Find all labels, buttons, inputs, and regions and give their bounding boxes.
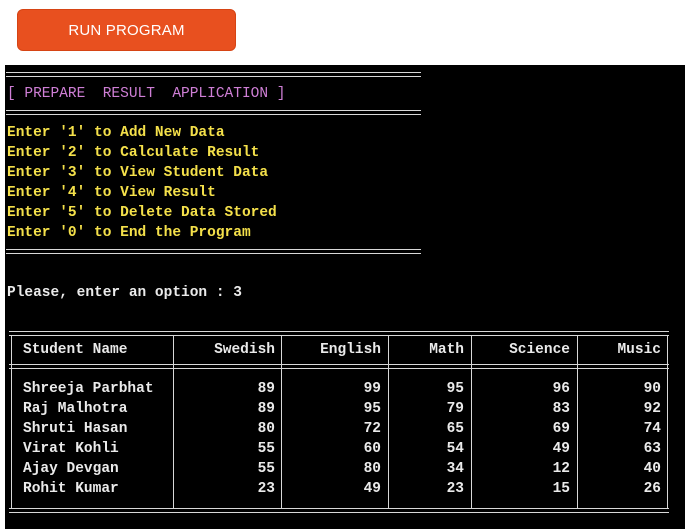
app-header: [ PREPARE RESULT APPLICATION ] — [7, 86, 286, 102]
column-header-english: English — [320, 342, 381, 358]
table-cell-science: 83 — [552, 401, 570, 417]
table-cell-music: 90 — [643, 381, 661, 397]
menu-option-0: Enter '0' to End the Program — [7, 225, 251, 241]
column-divider — [281, 336, 282, 508]
table-cell-math: 34 — [446, 461, 464, 477]
option-prompt: Please, enter an option : 3 — [7, 285, 242, 301]
menu-option-4: Enter '4' to View Result — [7, 185, 216, 201]
table-cell-english: 60 — [363, 441, 381, 457]
column-header-swedish: Swedish — [214, 342, 275, 358]
table-cell-swedish: 23 — [257, 481, 275, 497]
menu-option-5: Enter '5' to Delete Data Stored — [7, 205, 277, 221]
column-divider — [471, 336, 472, 508]
table-cell-name: Rohit Kumar — [23, 481, 119, 497]
column-divider — [577, 336, 578, 508]
run-program-button[interactable]: RUN PROGRAM — [17, 9, 236, 51]
table-cell-english: 95 — [363, 401, 381, 417]
column-header-science: Science — [509, 342, 570, 358]
table-cell-music: 92 — [643, 401, 661, 417]
table-bottom-border — [9, 508, 669, 513]
table-cell-swedish: 80 — [257, 421, 275, 437]
table-cell-name: Shruti Hasan — [23, 421, 128, 437]
table-cell-math: 79 — [446, 401, 464, 417]
column-divider — [388, 336, 389, 508]
divider — [6, 249, 421, 254]
table-cell-swedish: 55 — [257, 461, 275, 477]
table-cell-music: 63 — [643, 441, 661, 457]
divider — [6, 72, 421, 77]
student-data-table: Student Name Swedish English Math Science Mus… — [9, 331, 669, 513]
divider — [6, 110, 421, 115]
column-header-music: Music — [617, 342, 661, 358]
table-cell-science: 15 — [552, 481, 570, 497]
table-cell-swedish: 89 — [257, 401, 275, 417]
table-header-border — [9, 364, 669, 369]
column-header-math: Math — [429, 342, 464, 358]
menu-option-3: Enter '3' to View Student Data — [7, 165, 269, 181]
column-divider — [173, 336, 174, 508]
table-cell-english: 72 — [363, 421, 381, 437]
table-cell-swedish: 55 — [257, 441, 275, 457]
table-cell-swedish: 89 — [257, 381, 275, 397]
table-cell-math: 23 — [446, 481, 464, 497]
column-divider — [11, 336, 12, 508]
table-cell-name: Ajay Devgan — [23, 461, 119, 477]
menu-option-2: Enter '2' to Calculate Result — [7, 145, 260, 161]
table-cell-science: 12 — [552, 461, 570, 477]
table-cell-english: 49 — [363, 481, 381, 497]
table-cell-math: 54 — [446, 441, 464, 457]
table-cell-math: 95 — [446, 381, 464, 397]
table-cell-music: 26 — [643, 481, 661, 497]
terminal-output: [ PREPARE RESULT APPLICATION ] Enter '1'… — [5, 65, 685, 529]
table-cell-english: 80 — [363, 461, 381, 477]
table-top-border — [9, 331, 669, 336]
table-cell-science: 69 — [552, 421, 570, 437]
column-header-name: Student Name — [23, 342, 128, 358]
table-cell-science: 49 — [552, 441, 570, 457]
column-divider — [667, 336, 668, 508]
table-cell-name: Raj Malhotra — [23, 401, 128, 417]
table-cell-music: 40 — [643, 461, 661, 477]
menu-option-1: Enter '1' to Add New Data — [7, 125, 225, 141]
table-cell-name: Shreeja Parbhat — [23, 381, 154, 397]
table-cell-science: 96 — [552, 381, 570, 397]
table-cell-music: 74 — [643, 421, 661, 437]
table-cell-english: 99 — [363, 381, 381, 397]
table-cell-name: Virat Kohli — [23, 441, 119, 457]
table-cell-math: 65 — [446, 421, 464, 437]
